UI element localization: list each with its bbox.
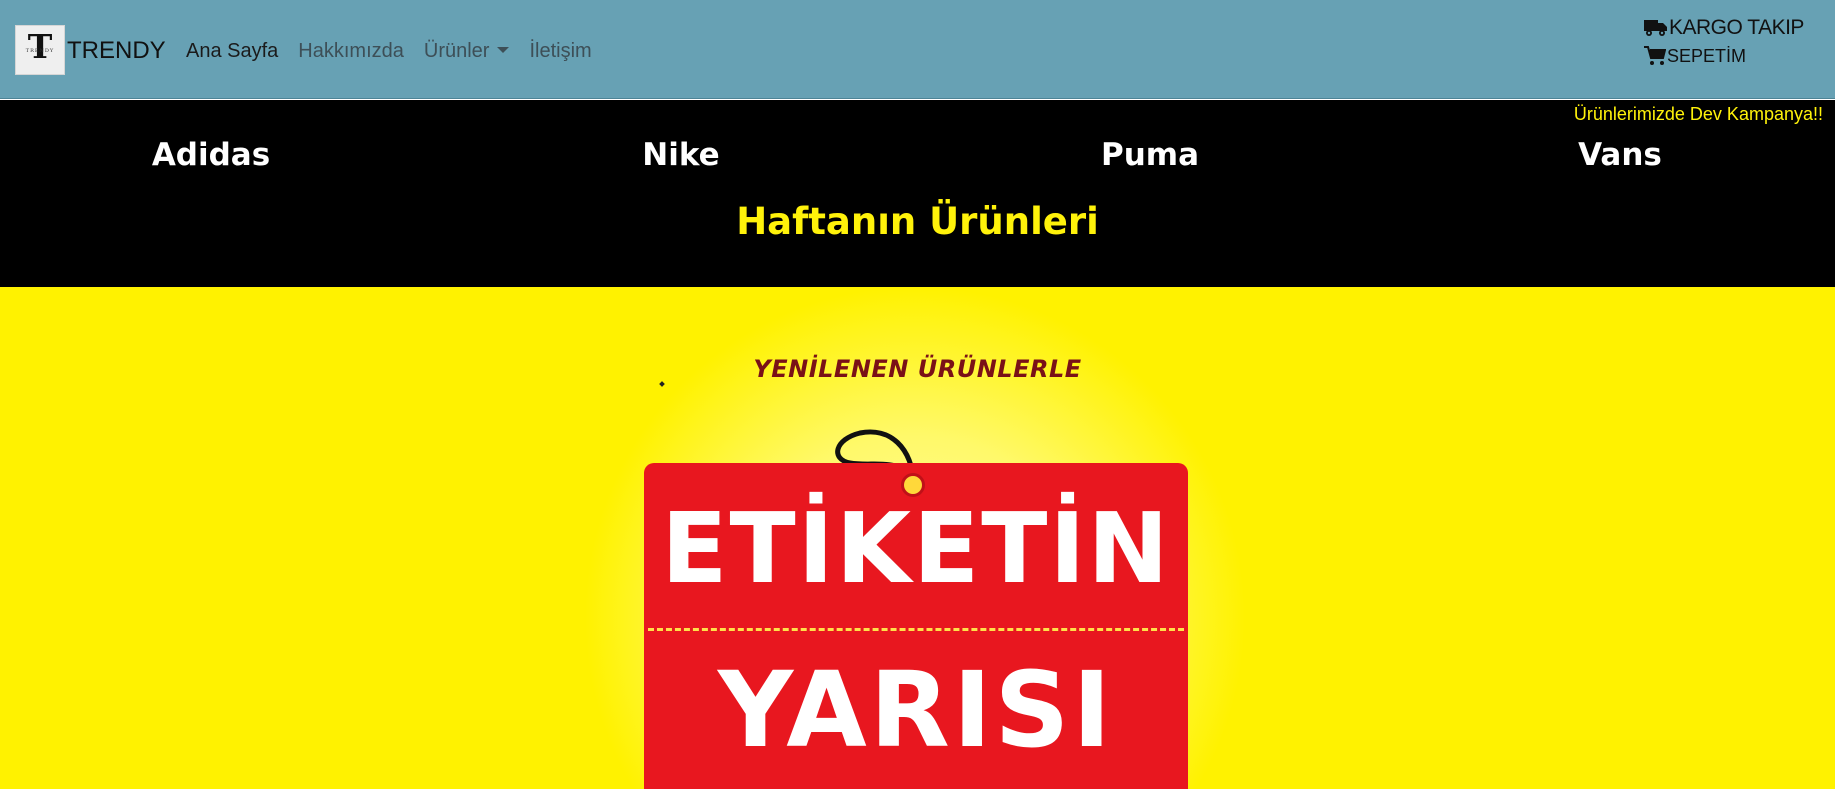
caret-down-icon (497, 47, 510, 53)
promo-band (0, 100, 1835, 287)
nav-link-products-label: Ürünler (423, 40, 490, 62)
logo-subtext: TRENDY (25, 48, 55, 54)
campaign-banner[interactable]: YENİLENEN ÜRÜNLERLE ETİKETİN YARISI (0, 287, 1835, 789)
brand-link-nike[interactable]: Nike (581, 137, 781, 173)
cart-icon (1644, 46, 1667, 66)
logo[interactable]: T TRENDY (15, 25, 65, 75)
cargo-tracking-link[interactable]: KARGO TAKIP (1644, 14, 1804, 42)
nav-link-home[interactable]: Ana Sayfa (186, 38, 278, 64)
truck-icon (1644, 19, 1669, 37)
campaign-marquee: Ürünlerimizde Dev Kampanya!! (1573, 104, 1823, 124)
brand-name[interactable]: TRENDY (67, 36, 166, 66)
cart-link[interactable]: SEPETİM (1644, 42, 1804, 70)
logo-letter: T (27, 27, 53, 66)
top-navbar: T TRENDY TRENDY Ana Sayfa Hakkımızda Ürü… (0, 0, 1835, 99)
week-products-title: Haftanın Ürünleri (736, 200, 1099, 243)
tag-headline-1: ETİKETİN (661, 492, 1171, 605)
main-nav: Ana Sayfa Hakkımızda Ürünler İletişim (186, 38, 612, 64)
user-links: KARGO TAKIP SEPETİM (1644, 14, 1804, 70)
nav-link-contact[interactable]: İletişim (529, 38, 591, 64)
banner-subtitle: YENİLENEN ÜRÜNLERLE (753, 355, 1082, 383)
cargo-tracking-label: KARGO TAKIP (1669, 16, 1804, 39)
tag-headline-2: YARISI (717, 649, 1115, 771)
nav-link-about[interactable]: Hakkımızda (298, 38, 404, 64)
nav-link-products-dropdown[interactable]: Ürünler (424, 38, 510, 64)
brand-link-adidas[interactable]: Adidas (111, 137, 311, 173)
cart-label: SEPETİM (1667, 45, 1747, 66)
brand-link-puma[interactable]: Puma (1050, 137, 1250, 173)
tag-divider (648, 628, 1184, 631)
brand-link-vans[interactable]: Vans (1520, 137, 1720, 173)
